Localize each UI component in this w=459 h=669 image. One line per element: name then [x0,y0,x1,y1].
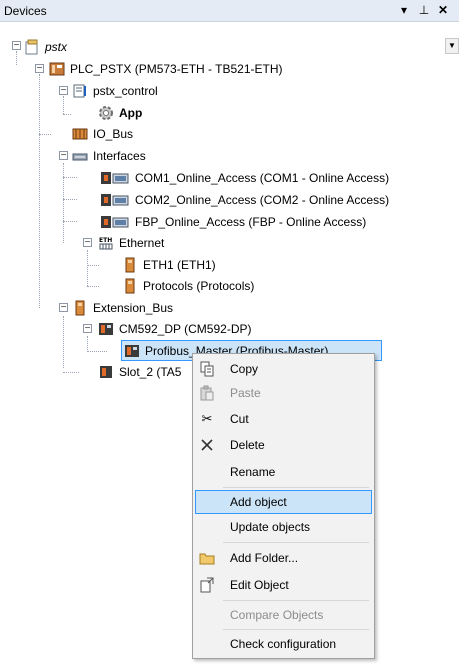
menu-item-compare-objects[interactable]: Compare Objects [195,603,372,627]
context-menu: Copy Paste ✂ Cut Delete Rename Add objec… [192,353,375,659]
module-icon [122,257,138,273]
tree-item-cm592[interactable]: CM592_DP (CM592-DP) [98,319,252,339]
plc-device-icon [49,61,65,77]
svg-text:ETH: ETH [99,237,112,244]
expander-ethernet[interactable]: − [83,238,92,248]
menu-item-delete[interactable]: Delete [195,433,372,457]
tree-item-ethernet[interactable]: ETH Ethernet [98,233,164,253]
devices-panel-titlebar: Devices ▾ ⊥ ✕ [0,0,459,22]
tree-item-slot2[interactable]: Slot_2 (TA5 [98,362,181,382]
tree-item-pstx-control[interactable]: pstx_control [72,81,158,101]
gear-icon [98,105,114,121]
menu-separator [223,542,369,543]
application-icon [72,83,88,99]
slot-module-icon [98,364,114,380]
copy-icon [199,361,215,377]
expander-control[interactable]: − [59,86,68,96]
tree-item-plc[interactable]: PLC_PSTX (PM573-ETH - TB521-ETH) [49,59,283,79]
project-icon [24,39,40,55]
menu-item-cut[interactable]: ✂ Cut [195,407,372,431]
ethernet-icon: ETH [98,235,114,251]
tree-item-app[interactable]: App [98,103,142,123]
online-access-icon [100,192,130,208]
menu-item-check-configuration[interactable]: Check configuration [195,632,372,656]
online-access-icon [100,170,130,186]
panel-dropdown-icon[interactable]: ▾ [397,2,411,18]
tree-item-eth1[interactable]: ETH1 (ETH1) [122,255,216,275]
communication-module-icon [98,321,114,337]
menu-item-edit-object[interactable]: Edit Object [195,573,372,597]
folder-icon [199,550,215,566]
tree-item-com2[interactable]: COM2_Online_Access (COM2 - Online Access… [100,190,389,210]
expander-interfaces[interactable]: − [59,151,68,161]
menu-item-paste[interactable]: Paste [195,381,372,405]
module-icon [122,278,138,294]
expander-pstx[interactable]: − [12,41,21,51]
tree-item-com1[interactable]: COM1_Online_Access (COM1 - Online Access… [100,168,389,188]
close-icon[interactable]: ✕ [436,2,450,18]
tree-item-io-bus[interactable]: IO_Bus [72,124,133,144]
expander-cm592[interactable]: − [83,324,92,334]
tree-item-protocols[interactable]: Protocols (Protocols) [122,276,254,296]
expander-ext-bus[interactable]: − [59,303,68,313]
panel-title: Devices [4,4,47,18]
tree-item-extension-bus[interactable]: Extension_Bus [72,298,173,318]
interface-icon [72,148,88,164]
menu-item-add-object[interactable]: Add object [195,490,372,514]
bus-module-icon [72,126,88,142]
pin-icon[interactable]: ⊥ [417,2,431,18]
menu-item-rename[interactable]: Rename [195,460,372,484]
expander-plc[interactable]: − [35,64,44,74]
profibus-master-icon [124,343,140,359]
edit-object-icon [199,577,215,593]
tree-item-interfaces[interactable]: Interfaces [72,146,146,166]
delete-icon [199,437,215,453]
menu-separator [223,487,369,488]
menu-separator [223,600,369,601]
scissors-icon: ✂ [201,411,213,426]
tree-item-pstx[interactable]: pstx [24,37,67,57]
tree-item-fbp[interactable]: FBP_Online_Access (FBP - Online Access) [100,212,366,232]
menu-separator [223,629,369,630]
menu-item-update-objects[interactable]: Update objects [195,515,372,539]
menu-item-copy[interactable]: Copy [195,357,372,381]
online-access-icon [100,214,130,230]
menu-item-add-folder[interactable]: Add Folder... [195,546,372,570]
module-icon [72,300,88,316]
paste-icon [199,385,215,401]
tree-scroll-dropdown[interactable]: ▼ [445,38,459,54]
